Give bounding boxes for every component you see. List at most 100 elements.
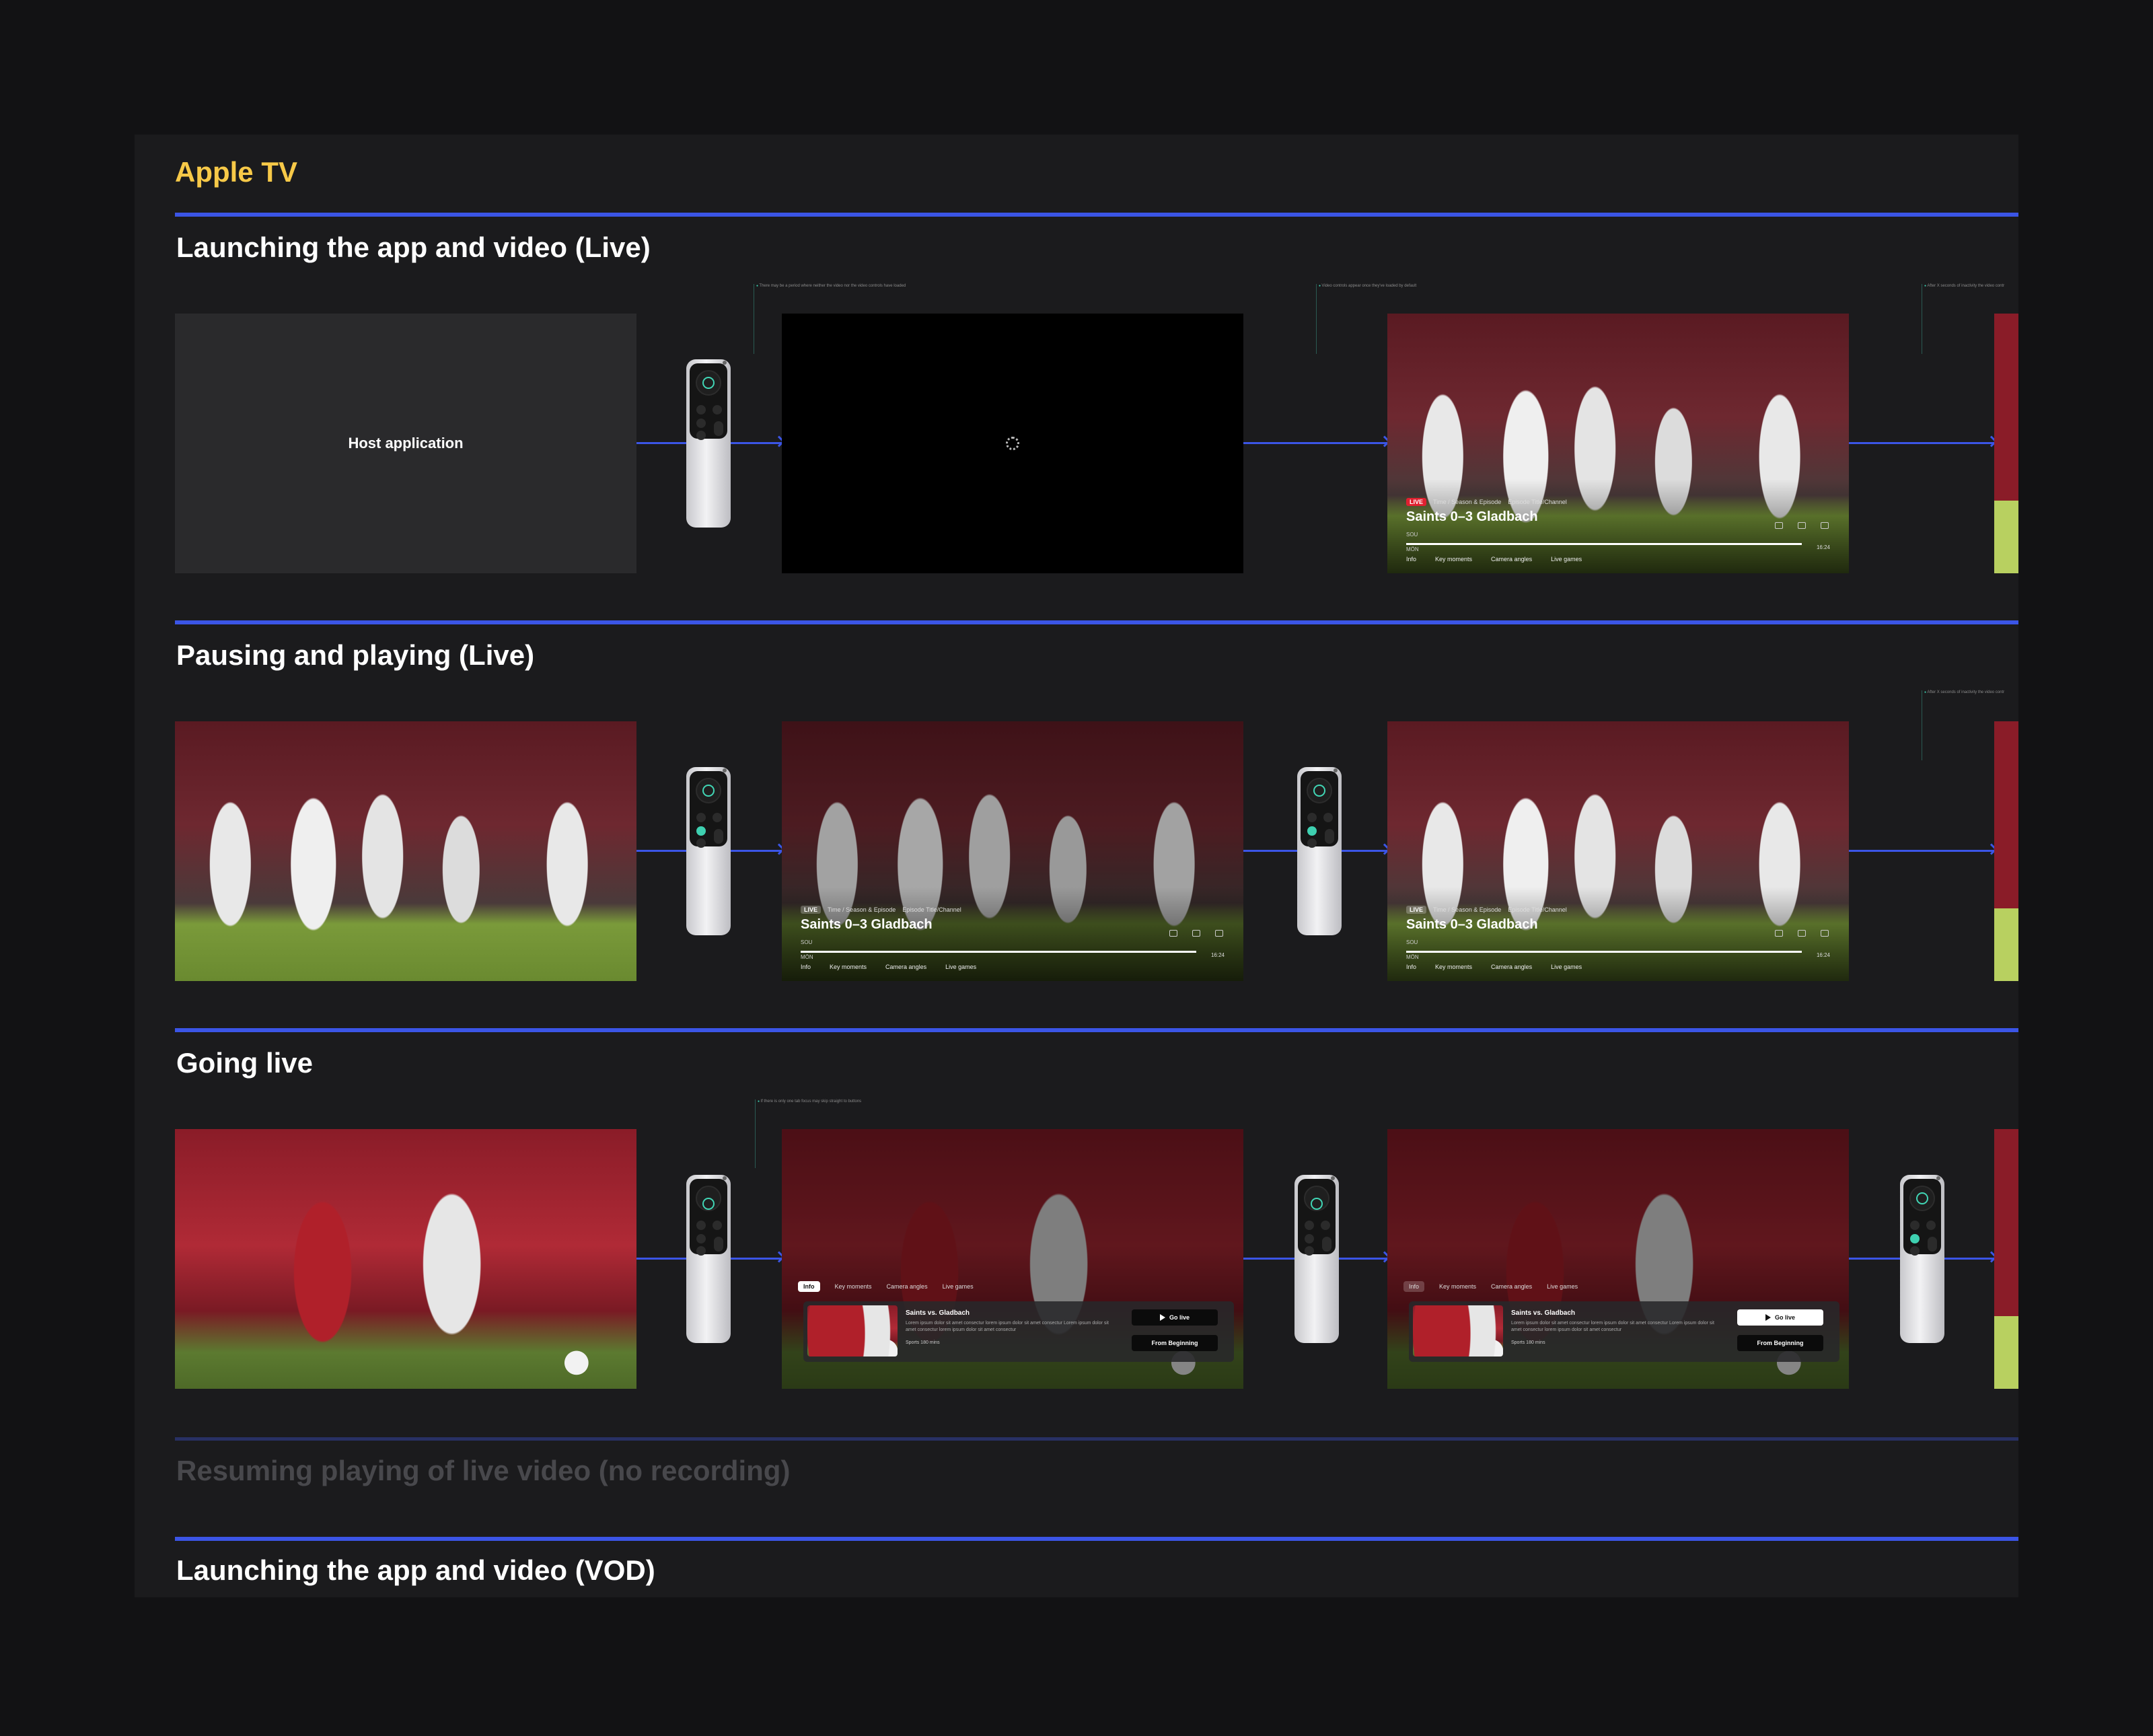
home-team: SOU <box>1406 532 1418 538</box>
tab-camera-angles[interactable]: Camera angles <box>1491 1283 1532 1290</box>
match-subline: Sports 180 mins <box>1511 1340 1545 1345</box>
next-frame-preview <box>1994 1129 2018 1389</box>
board-title: Apple TV <box>175 156 298 188</box>
design-board: Apple TV Launching the app and video (Li… <box>135 135 2018 1597</box>
flow-arrow <box>1849 442 1994 444</box>
section-divider <box>175 620 2018 624</box>
live-badge: LIVE <box>1406 498 1427 506</box>
annotation-note: After X seconds of inactivity the video … <box>1924 690 2004 694</box>
tab-camera-angles[interactable]: Camera angles <box>885 964 926 970</box>
player-frame-live[interactable]: LIVE Time / Season & Episode Episode Title… <box>1387 314 1849 573</box>
next-frame-preview <box>1994 721 2018 981</box>
match-name: Saints vs. Gladbach <box>906 1309 970 1317</box>
section-title-launch-vod: Launching the app and video (VOD) <box>176 1554 655 1586</box>
subtitles-icon[interactable] <box>1775 930 1783 937</box>
progress-bar[interactable] <box>1406 543 1802 545</box>
remote-icon <box>1297 767 1342 935</box>
flow-arrow <box>1849 1258 1900 1260</box>
match-title: Saints 0–3 Gladbach <box>801 917 933 932</box>
match-thumbnail <box>1413 1305 1503 1357</box>
go-live-button[interactable]: Go live <box>1132 1309 1218 1326</box>
audio-icon[interactable] <box>1798 930 1806 937</box>
remote-icon <box>686 359 731 528</box>
flow-arrow <box>731 442 782 444</box>
remote-icon <box>1294 1175 1339 1343</box>
match-description: Lorem ipsum dolor sit amet consectur lor… <box>1511 1321 1714 1332</box>
flow-arrow <box>1849 850 1994 852</box>
annotation-line <box>755 1099 756 1168</box>
tab-live-games[interactable]: Live games <box>945 964 976 970</box>
flow-arrow <box>731 1258 782 1260</box>
flow-arrow <box>636 1258 686 1260</box>
annotation-note: If there is only one tab focus may skip … <box>758 1099 861 1104</box>
progress-bar[interactable] <box>801 951 1196 953</box>
tab-live-games[interactable]: Live games <box>1551 964 1582 970</box>
section-divider <box>175 1437 2018 1441</box>
tab-key-moments[interactable]: Key moments <box>1435 556 1472 563</box>
tab-key-moments[interactable]: Key moments <box>1435 964 1472 970</box>
tab-info[interactable]: Info <box>1406 964 1416 970</box>
resumed-frame[interactable]: LIVE Time / Season & Episode Episode Title… <box>1387 721 1849 981</box>
audio-icon[interactable] <box>1798 522 1806 529</box>
annotation-note: Video controls appear once they've loade… <box>1319 284 1416 288</box>
remote-icon <box>686 1175 731 1343</box>
tab-key-moments[interactable]: Key moments <box>830 964 867 970</box>
match-title: Saints 0–3 Gladbach <box>1406 509 1538 524</box>
section-title-pause-play: Pausing and playing (Live) <box>176 639 535 671</box>
tab-info[interactable]: Info <box>798 1281 820 1292</box>
next-frame-preview <box>1994 314 2018 573</box>
info-card: Saints vs. Gladbach Lorem ipsum dolor si… <box>803 1301 1234 1362</box>
from-beginning-button[interactable]: From Beginning <box>1132 1335 1218 1351</box>
section-divider <box>175 213 2018 217</box>
loading-frame <box>782 314 1243 573</box>
tab-info[interactable]: Info <box>801 964 811 970</box>
tab-info[interactable]: Info <box>1406 556 1416 563</box>
loading-spinner-icon <box>1006 437 1019 450</box>
section-title-going-live: Going live <box>176 1047 314 1079</box>
flow-arrow <box>1342 850 1387 852</box>
match-thumbnail <box>807 1305 898 1357</box>
section-divider <box>175 1028 2018 1032</box>
live-video-frame[interactable] <box>175 1129 636 1389</box>
tab-key-moments[interactable]: Key moments <box>1439 1283 1476 1290</box>
info-panel-frame[interactable]: Info Key moments Camera angles Live game… <box>782 1129 1243 1389</box>
info-card: Saints vs. Gladbach Lorem ipsum dolor si… <box>1409 1301 1839 1362</box>
annotation-line <box>1316 284 1317 354</box>
host-application-label: Host application <box>348 435 464 451</box>
tab-live-games[interactable]: Live games <box>943 1283 974 1290</box>
flow-arrow <box>731 850 782 852</box>
airplay-icon[interactable] <box>1821 522 1829 529</box>
section-title-resume-live: Resuming playing of live video (no recor… <box>176 1455 791 1486</box>
audio-icon[interactable] <box>1192 930 1200 937</box>
remote-icon <box>686 767 731 935</box>
play-icon <box>1765 1314 1771 1321</box>
flow-arrow <box>1243 850 1297 852</box>
info-panel-frame-go-live-focus[interactable]: Info Key moments Camera angles Live game… <box>1387 1129 1849 1389</box>
remote-icon <box>1900 1175 1944 1343</box>
playing-frame[interactable] <box>175 721 636 981</box>
progress-bar[interactable] <box>1406 951 1802 953</box>
subtitles-icon[interactable] <box>1775 522 1783 529</box>
tab-camera-angles[interactable]: Camera angles <box>887 1283 928 1290</box>
flow-arrow <box>636 442 686 444</box>
host-application-frame[interactable]: Host application <box>175 314 636 573</box>
section-divider <box>175 1537 2018 1541</box>
tab-camera-angles[interactable]: Camera angles <box>1491 964 1532 970</box>
play-icon <box>1159 1314 1165 1321</box>
match-description: Lorem ipsum dolor sit amet consectur lor… <box>906 1321 1109 1332</box>
tab-camera-angles[interactable]: Camera angles <box>1491 556 1532 563</box>
airplay-icon[interactable] <box>1215 930 1223 937</box>
airplay-icon[interactable] <box>1821 930 1829 937</box>
match-name: Saints vs. Gladbach <box>1511 1309 1576 1317</box>
go-live-button[interactable]: Go live <box>1737 1309 1823 1326</box>
tab-live-games[interactable]: Live games <box>1547 1283 1578 1290</box>
tab-live-games[interactable]: Live games <box>1551 556 1582 563</box>
flow-arrow <box>1243 1258 1294 1260</box>
from-beginning-button[interactable]: From Beginning <box>1737 1335 1823 1351</box>
tab-key-moments[interactable]: Key moments <box>835 1283 872 1290</box>
annotation-note: There may be a period where neither the … <box>756 284 906 288</box>
tab-info[interactable]: Info <box>1403 1281 1425 1292</box>
subtitles-icon[interactable] <box>1169 930 1177 937</box>
match-subline: Sports 180 mins <box>906 1340 940 1345</box>
paused-frame[interactable]: LIVE Time / Season & Episode Episode Title… <box>782 721 1243 981</box>
